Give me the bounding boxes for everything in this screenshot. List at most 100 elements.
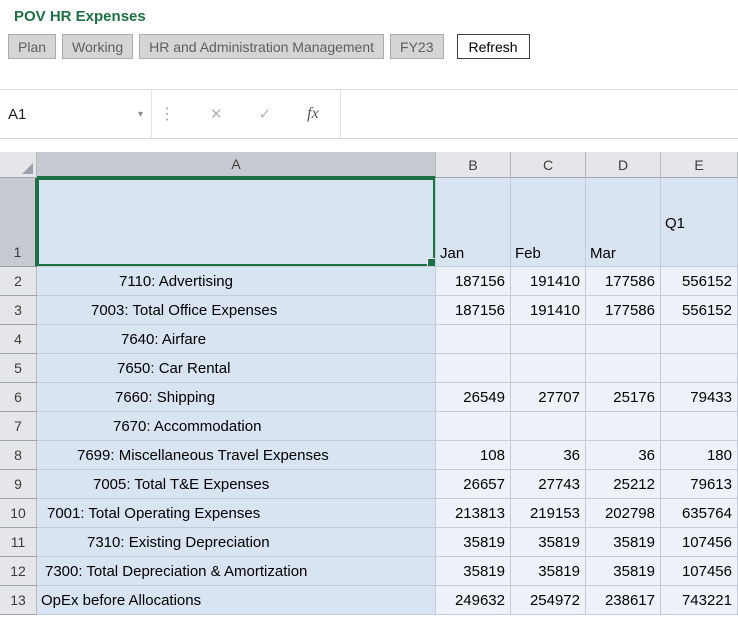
data-cell-r7-c2[interactable]	[511, 412, 586, 441]
member-cell-row-7[interactable]: 7670: Accommodation	[37, 412, 436, 441]
refresh-button[interactable]: Refresh	[457, 34, 530, 59]
pov-entity-button[interactable]: HR and Administration Management	[139, 34, 384, 59]
data-cell-r13-c1[interactable]: 249632	[436, 586, 511, 615]
data-cell-r12-c3[interactable]: 35819	[586, 557, 661, 586]
member-cell-row-10[interactable]: 7001: Total Operating Expenses	[37, 499, 436, 528]
data-cell-r5-c2[interactable]	[511, 354, 586, 383]
cell-b1-jan[interactable]: Jan	[436, 178, 511, 267]
data-cell-r5-c1[interactable]	[436, 354, 511, 383]
insert-function-icon[interactable]: fx	[307, 105, 319, 123]
formula-bar-resize-handle-icon[interactable]: ⋮	[152, 90, 182, 138]
data-cell-r13-c4[interactable]: 743221	[661, 586, 738, 615]
data-cell-r6-c1[interactable]: 26549	[436, 383, 511, 412]
row-header-5[interactable]: 5	[0, 354, 37, 383]
row-header-1[interactable]: 1	[0, 178, 37, 267]
data-cell-r4-c3[interactable]	[586, 325, 661, 354]
data-cell-r2-c2[interactable]: 191410	[511, 267, 586, 296]
data-cell-r9-c1[interactable]: 26657	[436, 470, 511, 499]
pov-scenario-button[interactable]: Plan	[8, 34, 56, 59]
data-cell-r11-c3[interactable]: 35819	[586, 528, 661, 557]
pov-version-button[interactable]: Working	[62, 34, 133, 59]
data-cell-r10-c3[interactable]: 202798	[586, 499, 661, 528]
data-cell-r4-c2[interactable]	[511, 325, 586, 354]
cell-name-box[interactable]: A1 ▾	[0, 90, 152, 138]
data-cell-r2-c1[interactable]: 187156	[436, 267, 511, 296]
row-header-4[interactable]: 4	[0, 325, 37, 354]
formula-input[interactable]	[341, 90, 738, 138]
data-cell-r6-c3[interactable]: 25176	[586, 383, 661, 412]
data-cell-r4-c4[interactable]	[661, 325, 738, 354]
data-cell-r6-c2[interactable]: 27707	[511, 383, 586, 412]
member-cell-row-3[interactable]: 7003: Total Office Expenses	[37, 296, 436, 325]
member-cell-row-11[interactable]: 7310: Existing Depreciation	[37, 528, 436, 557]
data-cell-r5-c4[interactable]	[661, 354, 738, 383]
row-header-3[interactable]: 3	[0, 296, 37, 325]
data-cell-r2-c4[interactable]: 556152	[661, 267, 738, 296]
name-box-dropdown-icon[interactable]: ▾	[138, 109, 143, 120]
data-cell-r9-c4[interactable]: 79613	[661, 470, 738, 499]
column-header-a[interactable]: A	[37, 152, 436, 178]
pov-year-button[interactable]: FY23	[390, 34, 443, 59]
data-cell-r2-c3[interactable]: 177586	[586, 267, 661, 296]
data-cell-r9-c2[interactable]: 27743	[511, 470, 586, 499]
member-cell-row-9[interactable]: 7005: Total T&E Expenses	[37, 470, 436, 499]
data-cell-r3-c1[interactable]: 187156	[436, 296, 511, 325]
data-cell-r7-c1[interactable]	[436, 412, 511, 441]
row-header-6[interactable]: 6	[0, 383, 37, 412]
data-cell-r10-c2[interactable]: 219153	[511, 499, 586, 528]
data-cell-r13-c2[interactable]: 254972	[511, 586, 586, 615]
row-header-7[interactable]: 7	[0, 412, 37, 441]
cell-d1-mar[interactable]: Mar	[586, 178, 661, 267]
data-cell-r8-c2[interactable]: 36	[511, 441, 586, 470]
row-header-9[interactable]: 9	[0, 470, 37, 499]
data-cell-r12-c4[interactable]: 107456	[661, 557, 738, 586]
enter-icon[interactable]: ✓	[259, 105, 272, 123]
column-header-d[interactable]: D	[586, 152, 661, 178]
row-header-2[interactable]: 2	[0, 267, 37, 296]
data-cell-r12-c2[interactable]: 35819	[511, 557, 586, 586]
data-cell-r3-c2[interactable]: 191410	[511, 296, 586, 325]
data-cell-r5-c3[interactable]	[586, 354, 661, 383]
data-cell-r11-c1[interactable]: 35819	[436, 528, 511, 557]
member-cell-row-5[interactable]: 7650: Car Rental	[37, 354, 436, 383]
member-cell-row-6[interactable]: 7660: Shipping	[37, 383, 436, 412]
column-header-b[interactable]: B	[436, 152, 511, 178]
data-cell-r8-c4[interactable]: 180	[661, 441, 738, 470]
cell-e1-q1[interactable]: Q1	[661, 178, 738, 267]
row-header-8[interactable]: 8	[0, 441, 37, 470]
row-header-11[interactable]: 11	[0, 528, 37, 557]
column-header-c[interactable]: C	[511, 152, 586, 178]
data-cell-r7-c4[interactable]	[661, 412, 738, 441]
member-cell-row-2[interactable]: 7110: Advertising	[37, 267, 436, 296]
data-cell-r8-c3[interactable]: 36	[586, 441, 661, 470]
cell-c1-feb[interactable]: Feb	[511, 178, 586, 267]
data-cell-r8-c1[interactable]: 108	[436, 441, 511, 470]
data-cell-r9-c3[interactable]: 25212	[586, 470, 661, 499]
column-header-e[interactable]: E	[661, 152, 738, 178]
cancel-icon[interactable]: ✕	[210, 105, 223, 123]
data-cell-r11-c4[interactable]: 107456	[661, 528, 738, 557]
formula-bar: A1 ▾ ⋮ ✕ ✓ fx	[0, 89, 738, 139]
member-cell-row-13[interactable]: OpEx before Allocations	[37, 586, 436, 615]
member-cell-row-4[interactable]: 7640: Airfare	[37, 325, 436, 354]
select-all-corner[interactable]	[0, 152, 37, 178]
name-box-value: A1	[8, 106, 26, 123]
row-header-10[interactable]: 10	[0, 499, 37, 528]
data-cell-r12-c1[interactable]: 35819	[436, 557, 511, 586]
application-window: POV HR Expenses Plan Working HR and Admi…	[0, 0, 738, 615]
data-cell-r7-c3[interactable]	[586, 412, 661, 441]
data-cell-r3-c4[interactable]: 556152	[661, 296, 738, 325]
row-header-12[interactable]: 12	[0, 557, 37, 586]
formula-bar-divider	[319, 90, 341, 138]
row-header-13[interactable]: 13	[0, 586, 37, 615]
data-cell-r11-c2[interactable]: 35819	[511, 528, 586, 557]
data-cell-r3-c3[interactable]: 177586	[586, 296, 661, 325]
data-cell-r10-c1[interactable]: 213813	[436, 499, 511, 528]
data-cell-r10-c4[interactable]: 635764	[661, 499, 738, 528]
data-cell-r13-c3[interactable]: 238617	[586, 586, 661, 615]
data-cell-r4-c1[interactable]	[436, 325, 511, 354]
data-cell-r6-c4[interactable]: 79433	[661, 383, 738, 412]
selected-cell-a1[interactable]	[37, 178, 436, 267]
member-cell-row-8[interactable]: 7699: Miscellaneous Travel Expenses	[37, 441, 436, 470]
member-cell-row-12[interactable]: 7300: Total Depreciation & Amortization	[37, 557, 436, 586]
